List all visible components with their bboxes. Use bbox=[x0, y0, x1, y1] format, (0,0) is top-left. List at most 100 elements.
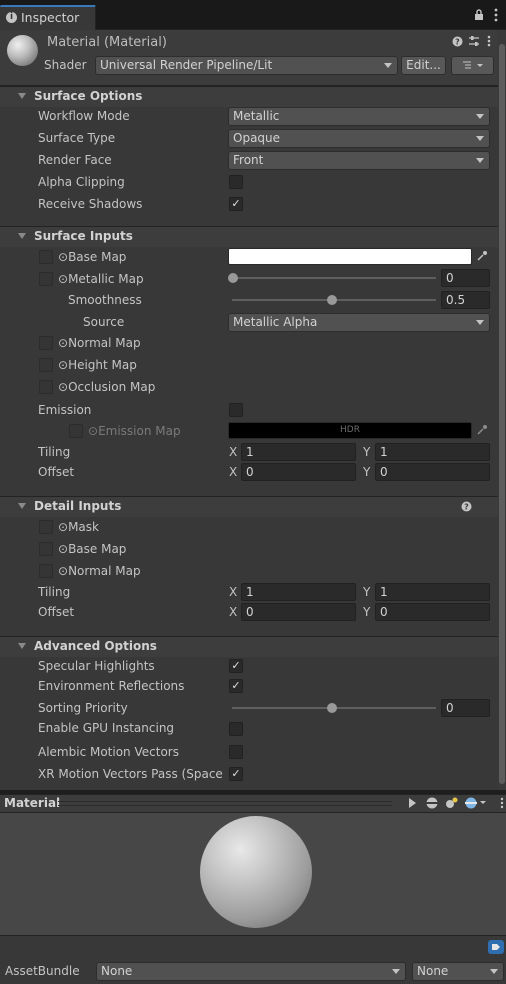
emission-map-texture-slot[interactable] bbox=[69, 424, 83, 438]
base-map-color-swatch[interactable] bbox=[228, 248, 472, 265]
alembic-motion-vectors-label: Alembic Motion Vectors bbox=[38, 745, 179, 759]
offset-y-field[interactable]: 0 bbox=[375, 463, 490, 481]
header-kebab-menu-icon[interactable] bbox=[487, 35, 491, 50]
section-detail-inputs[interactable]: Detail Inputs bbox=[0, 496, 498, 517]
occlusion-map-texture-slot[interactable] bbox=[39, 380, 53, 394]
detail-tiling-x-field[interactable]: 1 bbox=[241, 583, 356, 601]
preset-icon[interactable] bbox=[468, 35, 480, 50]
detail-base-map-text: Base Map bbox=[68, 542, 127, 556]
object-picker-icon[interactable]: ⊙ bbox=[58, 380, 68, 394]
detail-offset-y-field[interactable]: 0 bbox=[375, 603, 490, 621]
section-advanced-options[interactable]: Advanced Options bbox=[0, 636, 498, 657]
tiling-y-field[interactable]: 1 bbox=[375, 443, 490, 461]
eyedropper-icon[interactable] bbox=[476, 424, 488, 439]
smoothness-value-field[interactable]: 0.5 bbox=[441, 291, 490, 309]
detail-offset-x-field[interactable]: 0 bbox=[241, 603, 356, 621]
object-picker-icon[interactable]: ⊙ bbox=[58, 336, 68, 350]
metallic-value-field[interactable]: 0 bbox=[441, 269, 490, 287]
receive-shadows-label: Receive Shadows bbox=[38, 197, 143, 211]
object-picker-icon[interactable]: ⊙ bbox=[58, 564, 68, 578]
xr-motion-vectors-checkbox[interactable]: ✓ bbox=[229, 767, 243, 781]
gpu-instancing-label: Enable GPU Instancing bbox=[38, 721, 175, 735]
source-dropdown[interactable]: Metallic Alpha bbox=[228, 313, 490, 332]
preview-shape-icon[interactable] bbox=[426, 797, 438, 812]
environment-reflections-checkbox[interactable]: ✓ bbox=[229, 679, 243, 693]
shader-options-button[interactable] bbox=[451, 56, 494, 75]
detail-base-map-texture-slot[interactable] bbox=[39, 542, 53, 556]
object-picker-icon[interactable]: ⊙ bbox=[58, 542, 68, 556]
lock-icon[interactable] bbox=[474, 9, 484, 24]
help-icon[interactable]: ? bbox=[452, 36, 463, 50]
detail-mask-text: Mask bbox=[68, 520, 99, 534]
gpu-instancing-checkbox[interactable] bbox=[229, 722, 243, 736]
specular-highlights-checkbox[interactable]: ✓ bbox=[229, 659, 243, 673]
section-title: Advanced Options bbox=[34, 639, 157, 653]
tag-icon[interactable] bbox=[488, 940, 504, 954]
play-icon[interactable] bbox=[407, 797, 417, 812]
tiling-label: Tiling bbox=[38, 445, 71, 459]
workflow-mode-dropdown[interactable]: Metallic bbox=[228, 107, 490, 126]
base-map-text: Base Map bbox=[68, 250, 127, 264]
detail-tiling-y-field[interactable]: 1 bbox=[375, 583, 490, 601]
detail-normal-map-texture-slot[interactable] bbox=[39, 564, 53, 578]
metallic-map-texture-slot[interactable] bbox=[39, 272, 53, 286]
emission-checkbox[interactable] bbox=[229, 403, 243, 417]
environment-reflections-label: Environment Reflections bbox=[38, 679, 185, 693]
sorting-priority-value-field[interactable]: 0 bbox=[441, 699, 490, 717]
render-face-label: Render Face bbox=[38, 153, 112, 167]
eyedropper-icon[interactable] bbox=[476, 250, 488, 265]
metallic-slider-track[interactable] bbox=[232, 277, 436, 279]
normal-map-texture-slot[interactable] bbox=[39, 336, 53, 350]
chevron-down-icon bbox=[476, 136, 484, 141]
surface-type-dropdown[interactable]: Opaque bbox=[228, 129, 490, 148]
edit-shader-button[interactable]: Edit... bbox=[401, 56, 446, 75]
asset-bundle-variant-dropdown[interactable]: None bbox=[412, 962, 504, 981]
section-surface-inputs[interactable]: Surface Inputs bbox=[0, 226, 498, 247]
base-map-texture-slot[interactable] bbox=[39, 250, 53, 264]
foldout-arrow-icon bbox=[18, 93, 26, 99]
preview-lighting-icon[interactable] bbox=[445, 796, 459, 813]
tiling-x-field[interactable]: 1 bbox=[241, 443, 356, 461]
sorting-priority-slider-knob[interactable] bbox=[327, 703, 337, 713]
source-label: Source bbox=[83, 315, 125, 329]
metallic-map-label: ⊙Metallic Map bbox=[58, 272, 144, 286]
chevron-down-icon bbox=[392, 969, 400, 974]
help-icon[interactable]: ? bbox=[461, 501, 472, 515]
tab-inspector[interactable]: i Inspector bbox=[0, 5, 96, 30]
render-face-dropdown[interactable]: Front bbox=[228, 151, 490, 170]
offset-label: Offset bbox=[38, 465, 75, 479]
object-picker-icon[interactable]: ⊙ bbox=[58, 272, 68, 286]
emission-color-swatch[interactable]: HDR bbox=[228, 422, 472, 439]
receive-shadows-checkbox[interactable]: ✓ bbox=[229, 197, 243, 211]
preview-title: Material bbox=[4, 796, 61, 810]
preview-kebab-menu-icon[interactable] bbox=[500, 797, 504, 812]
shader-dropdown[interactable]: Universal Render Pipeline/Lit bbox=[95, 56, 398, 75]
source-value: Metallic Alpha bbox=[233, 315, 318, 329]
detail-offset-y-label: Y bbox=[363, 605, 371, 619]
section-surface-options[interactable]: Surface Options bbox=[0, 86, 498, 107]
alembic-motion-vectors-checkbox[interactable] bbox=[229, 745, 243, 759]
inspector-scrollbar[interactable] bbox=[498, 30, 506, 790]
object-picker-icon[interactable]: ⊙ bbox=[88, 424, 98, 438]
material-title: Material (Material) bbox=[47, 35, 167, 50]
chevron-down-icon bbox=[476, 320, 484, 325]
kebab-menu-icon[interactable] bbox=[494, 8, 498, 25]
object-picker-icon[interactable]: ⊙ bbox=[58, 358, 68, 372]
asset-bundle-name-value: None bbox=[101, 964, 133, 978]
detail-tiling-y-label: Y bbox=[363, 585, 371, 599]
height-map-label: ⊙Height Map bbox=[58, 358, 137, 372]
object-picker-icon[interactable]: ⊙ bbox=[58, 520, 68, 534]
asset-bundle-name-dropdown[interactable]: None bbox=[96, 962, 406, 981]
smoothness-slider-knob[interactable] bbox=[327, 295, 337, 305]
height-map-text: Height Map bbox=[68, 358, 137, 372]
alpha-clipping-checkbox[interactable] bbox=[229, 175, 243, 189]
preview-background-icon[interactable] bbox=[465, 796, 487, 813]
height-map-texture-slot[interactable] bbox=[39, 358, 53, 372]
object-picker-icon[interactable]: ⊙ bbox=[58, 250, 68, 264]
occlusion-map-label: ⊙Occlusion Map bbox=[58, 380, 155, 394]
preview-drag-handle[interactable] bbox=[58, 801, 392, 806]
metallic-slider-knob[interactable] bbox=[228, 273, 238, 283]
detail-mask-texture-slot[interactable] bbox=[39, 520, 53, 534]
offset-x-field[interactable]: 0 bbox=[241, 463, 356, 481]
scrollbar-thumb[interactable] bbox=[499, 44, 505, 784]
